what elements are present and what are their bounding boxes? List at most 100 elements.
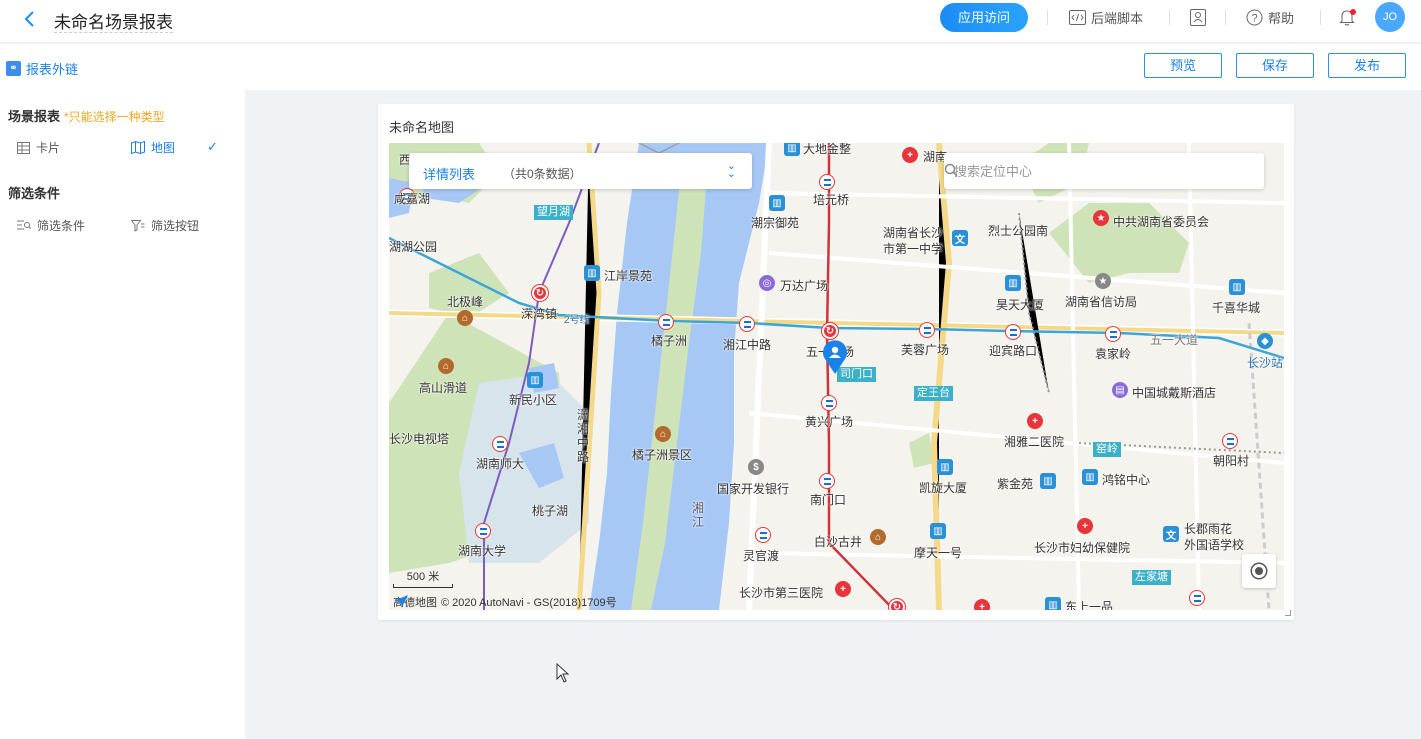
government-office-icon[interactable]: ★ xyxy=(1095,273,1111,289)
backend-script-button[interactable]: 后端脚本 xyxy=(1069,6,1143,28)
app-access-button[interactable]: 应用访问 xyxy=(940,3,1028,32)
bank-icon[interactable]: $ xyxy=(748,459,764,475)
filter-section-title: 筛选条件 xyxy=(8,186,61,201)
detail-list-panel[interactable]: 详情列表 （共0条数据） ⌄ ⌄ xyxy=(409,153,752,189)
building-icon[interactable]: ▥ xyxy=(1005,275,1021,291)
school-icon[interactable]: 文 xyxy=(952,230,968,246)
metro-station-icon[interactable] xyxy=(919,322,935,338)
scenic-spot-icon[interactable]: ⌂ xyxy=(438,358,454,374)
detail-list-title: 详情列表 xyxy=(423,167,476,182)
map-label: 鸿铭中心 xyxy=(1102,473,1151,487)
save-button[interactable]: 保存 xyxy=(1236,53,1314,78)
building-icon[interactable]: ▥ xyxy=(1082,469,1098,485)
location-marker-icon[interactable] xyxy=(821,339,849,375)
building-icon[interactable]: ▥ xyxy=(527,372,543,388)
code-icon xyxy=(1069,9,1086,25)
location-search-box[interactable] xyxy=(944,153,1264,189)
option-map[interactable]: 地图 xyxy=(131,139,175,156)
map-label: 湖湖公园 xyxy=(389,240,438,254)
locate-button[interactable] xyxy=(1242,554,1276,588)
map-label: 湘江 xyxy=(692,501,705,529)
map-tag: 望月湖 xyxy=(534,205,573,220)
map-label: 长沙站 xyxy=(1247,356,1284,370)
map-label: 摩天一号 xyxy=(914,546,963,560)
map-attribution: 高德地图 © 2020 AutoNavi - GS(2018)1709号 xyxy=(393,594,617,610)
map-label: 新民小区 xyxy=(509,393,558,407)
back-arrow-icon[interactable] xyxy=(20,9,42,31)
scenic-spot-icon[interactable]: ⌂ xyxy=(870,529,886,545)
map-tag: 左家塘 xyxy=(1132,570,1171,585)
map-label: 长沙电视塔 xyxy=(389,432,450,446)
avatar[interactable]: JO xyxy=(1375,2,1405,32)
map-label: 湘雅二医院 xyxy=(1004,435,1065,449)
map-label: 湖南省长沙 xyxy=(883,226,944,240)
building-icon[interactable]: ▥ xyxy=(584,265,600,281)
scenic-spot-icon[interactable]: ⌂ xyxy=(655,426,671,442)
double-chevron-down-icon[interactable]: ⌄ ⌄ xyxy=(727,161,736,180)
map-label: 长沙市第三医院 xyxy=(739,586,824,600)
metro-transfer-icon[interactable]: ↻ xyxy=(822,323,838,339)
map-label: 东上一品 xyxy=(1065,600,1114,610)
map-label: 高山滑道 xyxy=(419,381,468,395)
publish-button[interactable]: 发布 xyxy=(1328,53,1406,78)
locate-icon xyxy=(1252,564,1266,578)
report-template-button[interactable] xyxy=(1190,6,1206,28)
notification-button[interactable] xyxy=(1339,6,1356,28)
hospital-icon[interactable]: + xyxy=(902,147,918,163)
map-label: 白沙古井 xyxy=(814,535,863,549)
metro-station-icon[interactable] xyxy=(1222,433,1238,449)
building-icon[interactable]: ▥ xyxy=(930,523,946,539)
building-icon[interactable]: ▥ xyxy=(1229,279,1245,295)
metro-station-icon[interactable] xyxy=(1105,326,1121,342)
map-view[interactable]: ↻ ↻ ↻ + + + + + ★ ★ $ ▥ ▥ ▥ ▥ ▥ ▥ ▥ ▥ ▥ … xyxy=(389,143,1284,610)
metro-station-icon[interactable] xyxy=(1189,590,1205,606)
building-icon[interactable]: ▥ xyxy=(937,459,953,475)
map-label: 凯旋大厦 xyxy=(919,481,968,495)
map-label: 湖南省信访局 xyxy=(1065,295,1138,309)
map-label: 中共湖南省委员会 xyxy=(1113,215,1210,229)
metro-transfer-icon[interactable]: ↻ xyxy=(889,599,905,610)
map-label: 咸嘉湖 xyxy=(394,192,431,206)
hospital-icon[interactable]: + xyxy=(835,581,851,597)
shopping-icon[interactable]: ◎ xyxy=(759,275,775,291)
report-external-link[interactable]: ⚭ 报表外链 xyxy=(6,59,78,78)
metro-station-icon[interactable] xyxy=(819,174,835,190)
option-card[interactable]: 卡片 xyxy=(17,139,60,156)
metro-station-icon[interactable] xyxy=(821,395,837,411)
metro-station-icon[interactable] xyxy=(492,436,508,452)
building-icon[interactable]: ▥ xyxy=(1045,597,1061,610)
map-label: 烈士公园南 xyxy=(988,224,1049,238)
map-label: 市第一中学 xyxy=(883,242,944,256)
filter-button-option[interactable]: 筛选按钮 xyxy=(131,217,199,234)
hospital-icon[interactable]: + xyxy=(974,599,990,610)
building-icon[interactable]: ▥ xyxy=(1040,473,1056,489)
metro-station-icon[interactable] xyxy=(739,316,755,332)
metro-station-icon[interactable] xyxy=(1005,324,1021,340)
building-icon[interactable]: ▥ xyxy=(784,143,800,156)
top-bar: 未命名场景报表 应用访问 后端脚本 ? 帮助 JO xyxy=(0,0,1421,43)
scenic-spot-icon[interactable]: ⌂ xyxy=(457,310,473,326)
hospital-icon[interactable]: + xyxy=(1027,413,1043,429)
filter-condition-option[interactable]: 筛选条件 xyxy=(17,217,85,234)
metro-station-icon[interactable] xyxy=(755,527,771,543)
map-label: 南门口 xyxy=(810,493,847,507)
train-station-icon[interactable]: ◆ xyxy=(1257,333,1273,349)
building-icon[interactable]: ▥ xyxy=(769,195,785,211)
government-icon[interactable]: ★ xyxy=(1093,210,1109,226)
amap-logo-icon xyxy=(394,595,408,607)
hotel-icon[interactable]: ▤ xyxy=(1112,382,1128,398)
hospital-icon[interactable]: + xyxy=(1077,518,1093,534)
metro-station-icon[interactable] xyxy=(475,523,491,539)
help-button[interactable]: ? 帮助 xyxy=(1246,6,1294,28)
map-label: 千喜华城 xyxy=(1212,301,1261,315)
preview-button[interactable]: 预览 xyxy=(1144,53,1222,78)
metro-station-icon[interactable] xyxy=(819,473,835,489)
map-card[interactable]: 未命名地图 ↻ ↻ ↻ + + + + + ★ ★ $ ▥ ▥ ▥ ▥ ▥ ▥ … xyxy=(378,104,1294,620)
metro-transfer-icon[interactable]: ↻ xyxy=(532,285,548,301)
search-icon[interactable] xyxy=(944,163,958,177)
resize-handle-icon[interactable] xyxy=(1285,610,1291,616)
metro-station-icon[interactable] xyxy=(658,314,674,330)
location-search-input[interactable] xyxy=(954,161,1224,181)
school-icon[interactable]: 文 xyxy=(1163,526,1179,542)
report-title[interactable]: 未命名场景报表 xyxy=(54,8,173,33)
